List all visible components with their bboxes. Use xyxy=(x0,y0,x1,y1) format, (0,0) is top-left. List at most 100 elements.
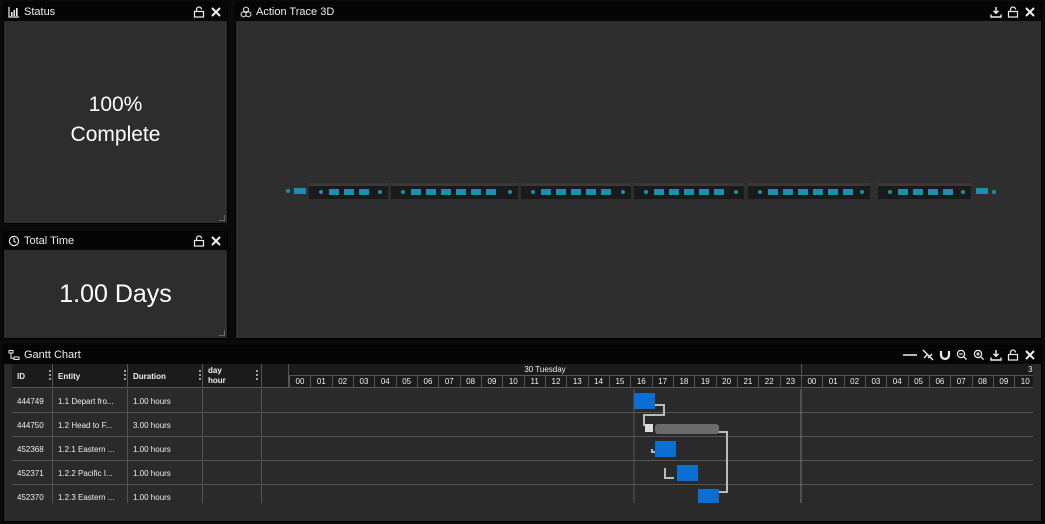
close-icon[interactable] xyxy=(1024,6,1036,18)
hour-cell: 11 xyxy=(523,376,545,388)
trace-node xyxy=(471,189,481,195)
total-time-panel: Total Time 1.00 Days xyxy=(3,231,228,339)
status-panel: Status 100% Complete xyxy=(3,2,228,224)
unlink-icon[interactable] xyxy=(922,349,934,361)
trace-node xyxy=(928,189,938,195)
trace-node xyxy=(601,189,611,195)
close-icon[interactable] xyxy=(210,235,222,247)
column-spacer xyxy=(262,364,289,388)
trace-node xyxy=(961,190,965,194)
cell-duration: 1.00 hours xyxy=(128,437,203,461)
close-icon[interactable] xyxy=(1024,349,1036,361)
cubes-icon xyxy=(240,6,252,18)
trace-node xyxy=(508,190,512,194)
cell-entity: 1.2.2 Pacific I... xyxy=(53,461,128,485)
trace-node xyxy=(344,189,354,195)
gantt-title: Gantt Chart xyxy=(24,349,81,361)
magnet-icon[interactable] xyxy=(939,349,951,361)
cell-scale xyxy=(203,485,262,503)
zoom-out-icon[interactable] xyxy=(956,349,968,361)
column-menu-icon[interactable] xyxy=(199,370,202,382)
cell-duration: 1.00 hours xyxy=(128,485,203,503)
column-entity-label: Entity xyxy=(58,371,81,381)
trace-node xyxy=(758,190,762,194)
trace-node xyxy=(456,189,466,195)
lock-icon[interactable] xyxy=(1007,349,1019,361)
zoom-in-icon[interactable] xyxy=(973,349,985,361)
column-entity[interactable]: Entity xyxy=(53,364,128,388)
cell-id: 444749 xyxy=(12,389,53,413)
resize-handle[interactable] xyxy=(219,330,225,336)
trace-node xyxy=(621,190,625,194)
column-id[interactable]: ID xyxy=(12,364,53,388)
table-row[interactable]: 452371 1.2.2 Pacific I... 1.00 hours xyxy=(12,461,1033,485)
cell-entity: 1.2.1 Eastern ... xyxy=(53,437,128,461)
column-menu-icon[interactable] xyxy=(256,370,259,382)
hour-cell: 16 xyxy=(630,376,651,388)
scale-hour-label: hour xyxy=(208,376,226,385)
trace-node xyxy=(943,189,953,195)
trace-node xyxy=(556,189,566,195)
action-trace-canvas[interactable] xyxy=(236,21,1041,338)
trace-node xyxy=(531,190,535,194)
table-row[interactable]: 452370 1.2.3 Eastern ... 1.00 hours xyxy=(12,485,1033,503)
table-row[interactable]: 444750 1.2 Head to F... 3.00 hours xyxy=(12,413,1033,437)
resize-handle[interactable] xyxy=(219,215,225,221)
gantt-chart-icon xyxy=(8,349,20,361)
column-menu-icon[interactable] xyxy=(49,370,52,382)
hour-cell: 09 xyxy=(992,376,1014,388)
trace-node xyxy=(714,189,724,195)
column-menu-icon[interactable] xyxy=(124,370,127,382)
trace-node xyxy=(813,189,823,195)
lock-icon[interactable] xyxy=(193,235,205,247)
action-trace-title: Action Trace 3D xyxy=(256,6,335,18)
download-icon[interactable] xyxy=(990,349,1002,361)
gantt-column-header: ID Entity Duration day hour 30 Tuesday 3… xyxy=(12,364,1033,388)
trace-group-header xyxy=(521,183,631,186)
trace-node xyxy=(586,189,596,195)
gantt-panel: Gantt Chart ID Entity Duration day hour … xyxy=(3,345,1042,522)
hour-cell: 08 xyxy=(971,376,993,388)
hour-cell: 10 xyxy=(1014,376,1033,388)
day-header-31: 31 xyxy=(801,364,1033,376)
status-label: Complete xyxy=(70,123,161,146)
total-time-header: Total Time xyxy=(4,232,227,250)
trace-node xyxy=(401,190,405,194)
hour-cell: 05 xyxy=(395,376,417,388)
download-icon[interactable] xyxy=(990,6,1002,18)
action-trace-header: Action Trace 3D xyxy=(236,3,1041,21)
trace-node xyxy=(319,190,323,194)
cell-duration: 3.00 hours xyxy=(128,413,203,437)
lock-icon[interactable] xyxy=(193,6,205,18)
hour-cell: 00 xyxy=(289,376,310,388)
hour-cell: 12 xyxy=(544,376,566,388)
trace-node xyxy=(828,189,838,195)
total-time-value: 1.00 Days xyxy=(59,280,172,308)
column-duration[interactable]: Duration xyxy=(128,364,203,388)
cell-entity: 1.2 Head to F... xyxy=(53,413,128,437)
trace-node xyxy=(783,189,793,195)
close-icon[interactable] xyxy=(210,6,222,18)
trace-diagram xyxy=(286,183,996,199)
trace-group-header xyxy=(634,183,744,186)
trace-group-header xyxy=(391,183,518,186)
cell-id: 452368 xyxy=(12,437,53,461)
hour-cell: 18 xyxy=(672,376,694,388)
trace-node xyxy=(378,190,382,194)
hour-cell: 19 xyxy=(694,376,715,388)
minimize-icon[interactable] xyxy=(903,349,917,361)
total-time-body: 1.00 Days xyxy=(4,250,227,338)
hour-cell: 08 xyxy=(459,376,481,388)
gantt-header: Gantt Chart xyxy=(4,346,1041,364)
hour-cell: 23 xyxy=(779,376,801,388)
column-scale[interactable]: day hour xyxy=(203,364,262,388)
hour-cell: 13 xyxy=(566,376,587,388)
lock-icon[interactable] xyxy=(1007,6,1019,18)
hour-cell: 05 xyxy=(907,376,929,388)
trace-node xyxy=(734,190,738,194)
table-row[interactable]: 444749 1.1 Depart fro... 1.00 hours xyxy=(12,389,1033,413)
status-panel-body: 100% Complete xyxy=(4,21,227,223)
action-trace-panel: Action Trace 3D xyxy=(235,2,1042,339)
table-row[interactable]: 452368 1.2.1 Eastern ... 1.00 hours xyxy=(12,437,1033,461)
trace-node xyxy=(441,189,451,195)
